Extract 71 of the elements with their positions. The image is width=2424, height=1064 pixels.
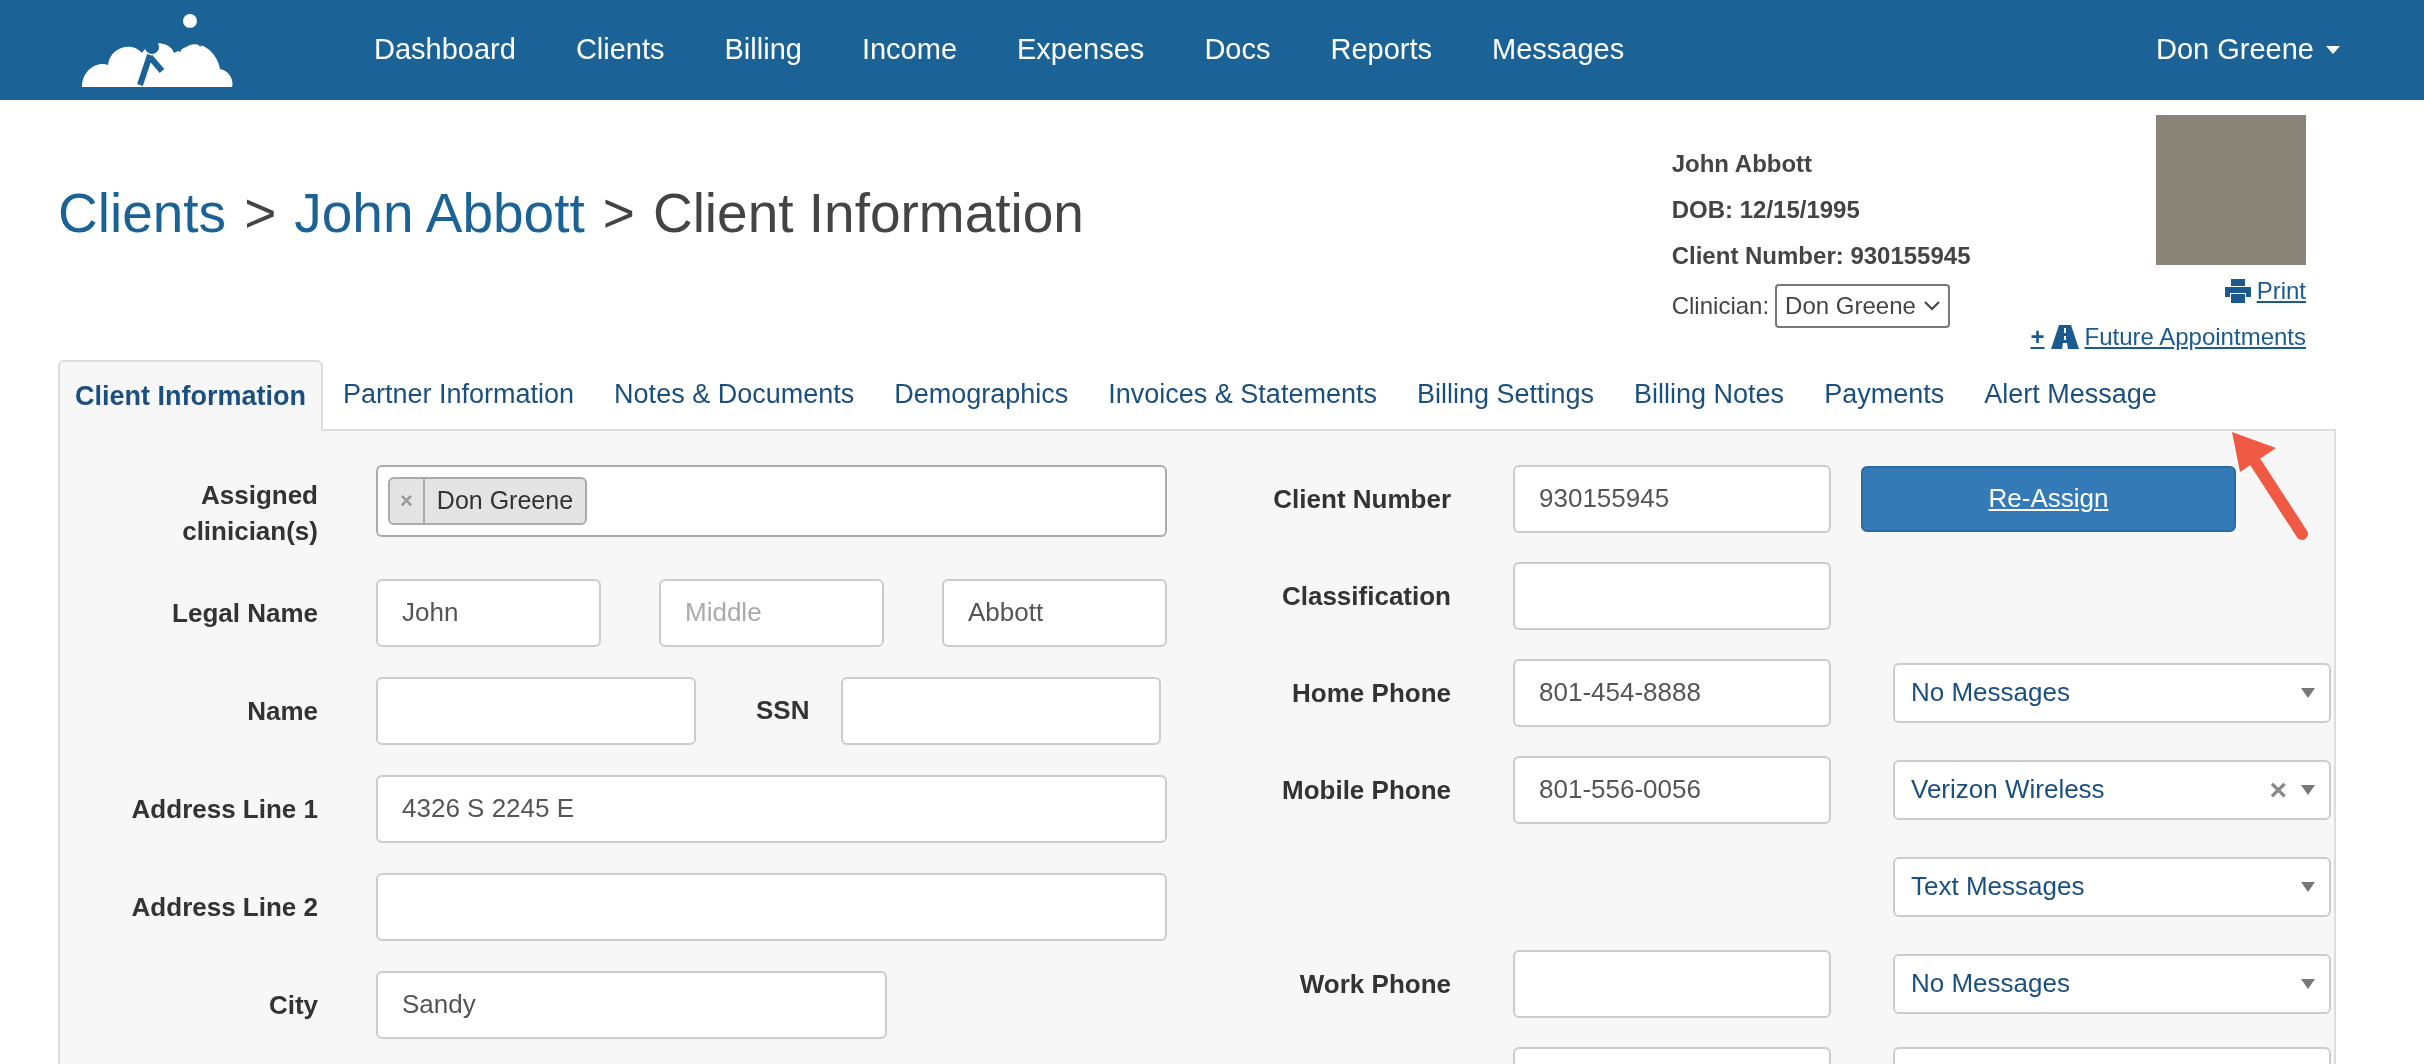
- input-field[interactable]: 801-556-0056: [1513, 755, 1831, 824]
- nav-link[interactable]: Messages: [1492, 28, 1625, 72]
- select-dropdown[interactable]: No Messages: [1893, 662, 2331, 723]
- future-appointments-link[interactable]: + Future Appointments: [2030, 319, 2306, 355]
- tab[interactable]: Notes & Documents: [594, 360, 875, 429]
- select-dropdown[interactable]: Verizon Wireless ×: [1893, 759, 2331, 820]
- input-field[interactable]: Sandy: [376, 970, 887, 1039]
- nav-link[interactable]: Expenses: [1017, 28, 1145, 72]
- tab[interactable]: Demographics: [874, 360, 1089, 429]
- select-dropdown[interactable]: Text Messages: [1893, 856, 2331, 917]
- input-field[interactable]: [1513, 561, 1831, 630]
- client-name: John Abbott: [1671, 149, 1814, 179]
- clear-button[interactable]: ×: [2269, 767, 2287, 812]
- printer-icon: [2224, 279, 2251, 303]
- client-number: Client Number: 930155945: [1671, 241, 1971, 271]
- nav-link[interactable]: Dashboard: [374, 28, 516, 72]
- nav-link[interactable]: Clients: [575, 28, 665, 72]
- user-menu-button[interactable]: Don Greene: [2156, 28, 2340, 72]
- select-dropdown[interactable]: No Messages: [1893, 953, 2331, 1014]
- caret-icon: [2301, 687, 2315, 698]
- input-field[interactable]: 4326 S 2245 E: [376, 774, 1167, 843]
- input-field[interactable]: [376, 676, 696, 745]
- field-label: Name: [246, 694, 318, 728]
- field-label: Home Phone: [1291, 676, 1451, 710]
- input-field[interactable]: John: [376, 578, 601, 647]
- field-label: Address Line 2: [130, 890, 318, 924]
- clinician-select[interactable]: Don Greene: [1775, 284, 1950, 328]
- input-field[interactable]: [376, 872, 1167, 941]
- clinician-label: Clinician:: [1671, 291, 1770, 321]
- tab[interactable]: Invoices & Statements: [1088, 360, 1397, 429]
- breadcrumb-current: Client Information: [652, 181, 1084, 246]
- field-label: Work Phone: [1298, 967, 1451, 1001]
- tab[interactable]: Billing Notes: [1614, 360, 1805, 429]
- breadcrumb-separator: >: [602, 181, 635, 246]
- breadcrumb-link[interactable]: Clients: [58, 172, 227, 255]
- tag-label: Don Greene: [435, 484, 575, 516]
- nav-link[interactable]: Docs: [1204, 28, 1271, 72]
- input-field[interactable]: Abbott: [942, 578, 1167, 647]
- input-field[interactable]: 930155945: [1513, 464, 1831, 533]
- caret-icon: [2301, 881, 2315, 892]
- input-field[interactable]: [841, 676, 1162, 745]
- field-label: Client Number: [1272, 482, 1451, 516]
- field-label: Assigned clinician(s): [181, 478, 318, 548]
- caret-icon: [2326, 46, 2340, 54]
- field-label: Mobile Phone: [1281, 773, 1451, 807]
- field-label: SSN: [756, 694, 810, 727]
- input-field[interactable]: Middle: [659, 578, 884, 647]
- tab[interactable]: Partner Information: [323, 360, 595, 429]
- tab[interactable]: Billing Settings: [1396, 360, 1615, 429]
- re-assign-button[interactable]: Re-Assign: [1861, 465, 2236, 532]
- field-label: Classification: [1280, 579, 1451, 613]
- nav-link[interactable]: Billing: [724, 28, 802, 72]
- breadcrumb-separator: >: [244, 181, 277, 246]
- tab[interactable]: Payments: [1804, 360, 1965, 429]
- breadcrumb-link[interactable]: John Abbott: [294, 172, 585, 255]
- nav-link[interactable]: Reports: [1330, 28, 1432, 72]
- field-label: City: [267, 988, 318, 1022]
- tab[interactable]: Client Information: [58, 360, 323, 431]
- input-field[interactable]: 801-454-8888: [1513, 658, 1831, 727]
- field-label: Legal Name: [171, 596, 318, 630]
- client-dob: DOB: 12/15/1995: [1671, 195, 1861, 225]
- input-field[interactable]: [1513, 949, 1831, 1018]
- caret-icon: [2301, 978, 2315, 989]
- field-label: Address Line 1: [130, 792, 318, 826]
- chevron-down-icon: [1923, 301, 1940, 311]
- nav-link[interactable]: Income: [861, 28, 957, 72]
- road-icon: [2050, 325, 2079, 349]
- tab[interactable]: Alert Message: [1964, 360, 2177, 429]
- caret-icon: [2301, 784, 2315, 795]
- print-link[interactable]: Print: [2224, 273, 2306, 309]
- tag-input-field[interactable]: × Don Greene: [376, 464, 1167, 537]
